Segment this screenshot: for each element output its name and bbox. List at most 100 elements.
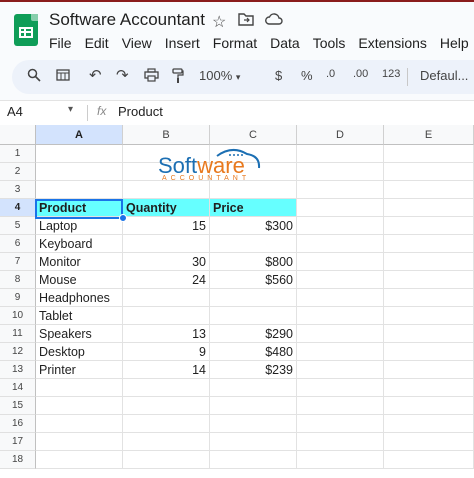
menu-view[interactable]: View [122, 35, 152, 51]
cell[interactable] [297, 289, 384, 307]
table-cell[interactable]: 9 [123, 343, 210, 361]
formula-input[interactable]: Product [118, 104, 163, 119]
menu-tools[interactable]: Tools [313, 35, 346, 51]
table-cell[interactable]: 13 [123, 325, 210, 343]
cell[interactable] [210, 397, 297, 415]
name-box[interactable]: A4 [7, 104, 23, 119]
table-cell[interactable]: Mouse [36, 271, 123, 289]
cell[interactable] [36, 163, 123, 181]
currency-format-button[interactable]: $ [275, 68, 282, 83]
cell[interactable] [123, 397, 210, 415]
table-cell[interactable] [210, 307, 297, 325]
cell[interactable] [36, 181, 123, 199]
cell[interactable] [384, 379, 474, 397]
row-header[interactable]: 13 [0, 361, 36, 379]
column-header-b[interactable]: B [123, 125, 210, 145]
menu-extensions[interactable]: Extensions [358, 35, 426, 51]
cell[interactable] [297, 451, 384, 469]
cell[interactable] [36, 397, 123, 415]
cell[interactable] [210, 415, 297, 433]
cell[interactable] [384, 361, 474, 379]
cell[interactable] [297, 433, 384, 451]
row-header[interactable]: 15 [0, 397, 36, 415]
cell[interactable] [297, 235, 384, 253]
table-cell[interactable]: Keyboard [36, 235, 123, 253]
menu-format[interactable]: Format [213, 35, 257, 51]
cell[interactable] [384, 235, 474, 253]
column-header-e[interactable]: E [384, 125, 474, 145]
cell[interactable] [297, 181, 384, 199]
cell[interactable] [210, 379, 297, 397]
move-folder-icon[interactable] [238, 12, 254, 31]
table-header-cell[interactable]: Quantity [123, 199, 210, 217]
table-cell[interactable]: $800 [210, 253, 297, 271]
row-header[interactable]: 18 [0, 451, 36, 469]
cell[interactable] [384, 325, 474, 343]
cell[interactable] [384, 289, 474, 307]
cell[interactable] [384, 217, 474, 235]
sheets-logo-icon[interactable] [14, 14, 38, 46]
paint-format-icon[interactable] [172, 68, 184, 86]
cell[interactable] [384, 253, 474, 271]
cell[interactable] [36, 415, 123, 433]
fill-handle[interactable] [119, 214, 127, 222]
cell[interactable] [297, 271, 384, 289]
table-cell[interactable]: Desktop [36, 343, 123, 361]
table-cell[interactable]: Printer [36, 361, 123, 379]
row-header[interactable]: 9 [0, 289, 36, 307]
menu-data[interactable]: Data [270, 35, 300, 51]
table-cell[interactable]: 14 [123, 361, 210, 379]
table-cell[interactable]: $480 [210, 343, 297, 361]
cell[interactable] [384, 451, 474, 469]
cell[interactable] [297, 325, 384, 343]
row-header[interactable]: 11 [0, 325, 36, 343]
table-header-cell[interactable]: Price [210, 199, 297, 217]
cell[interactable] [36, 451, 123, 469]
row-header[interactable]: 8 [0, 271, 36, 289]
cell[interactable] [297, 163, 384, 181]
cell[interactable] [384, 271, 474, 289]
table-cell[interactable]: Laptop [36, 217, 123, 235]
cell[interactable] [210, 451, 297, 469]
undo-icon[interactable]: ↶ [89, 66, 102, 84]
row-header[interactable]: 4 [0, 199, 36, 217]
table-cell[interactable]: 30 [123, 253, 210, 271]
column-header-a[interactable]: A [36, 125, 123, 145]
table-cell[interactable]: $239 [210, 361, 297, 379]
row-header[interactable]: 2 [0, 163, 36, 181]
row-header[interactable]: 5 [0, 217, 36, 235]
table-cell[interactable] [210, 289, 297, 307]
cell[interactable] [123, 379, 210, 397]
table-cell[interactable]: $300 [210, 217, 297, 235]
name-box-dropdown-icon[interactable]: ▾ [68, 104, 73, 115]
row-header[interactable]: 6 [0, 235, 36, 253]
table-cell[interactable]: Tablet [36, 307, 123, 325]
table-cell[interactable]: 15 [123, 217, 210, 235]
search-menus-icon[interactable] [27, 68, 41, 85]
star-icon[interactable]: ☆ [212, 12, 226, 32]
cell[interactable] [384, 397, 474, 415]
font-select[interactable]: Defaul... [420, 68, 468, 83]
cell[interactable] [36, 433, 123, 451]
cell[interactable] [297, 361, 384, 379]
row-header[interactable]: 10 [0, 307, 36, 325]
cell[interactable] [384, 145, 474, 163]
cell[interactable] [123, 415, 210, 433]
cell[interactable] [36, 145, 123, 163]
cell[interactable] [384, 163, 474, 181]
cell[interactable] [384, 343, 474, 361]
print-icon[interactable] [144, 68, 159, 85]
row-header[interactable]: 12 [0, 343, 36, 361]
cell[interactable] [384, 307, 474, 325]
cell[interactable] [297, 343, 384, 361]
cell[interactable] [210, 433, 297, 451]
increase-decimal-button[interactable]: .00 [353, 68, 368, 80]
table-cell[interactable]: $560 [210, 271, 297, 289]
cell[interactable] [297, 397, 384, 415]
table-cell[interactable] [123, 307, 210, 325]
table-cell[interactable]: Monitor [36, 253, 123, 271]
table-cell[interactable]: $290 [210, 325, 297, 343]
zoom-select[interactable]: 100% ▾ [199, 68, 240, 83]
cell[interactable] [36, 379, 123, 397]
cell[interactable] [384, 415, 474, 433]
